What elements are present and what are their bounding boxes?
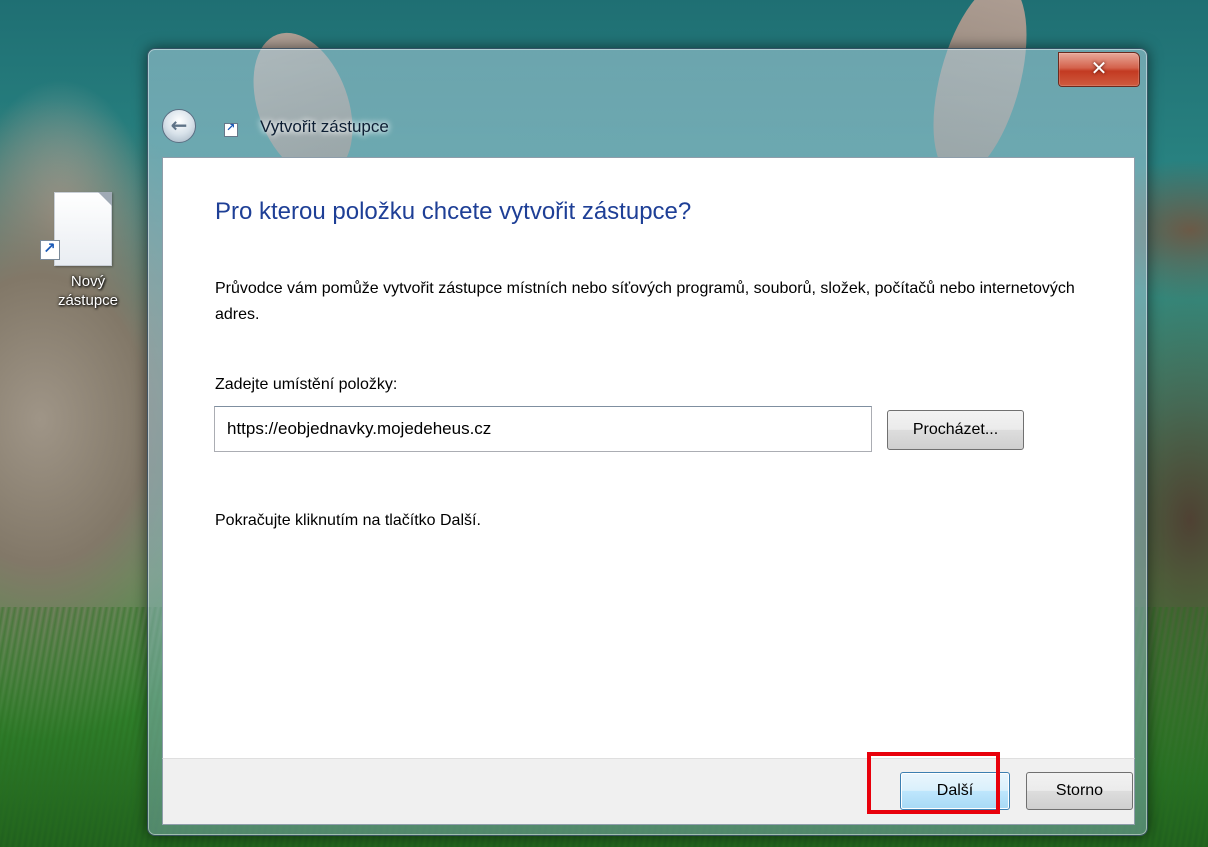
close-button[interactable]: ✕: [1058, 52, 1140, 87]
desktop-shortcut-icon[interactable]: Nový zástupce: [40, 188, 136, 328]
shortcut-arrow-icon: [40, 239, 60, 260]
desktop-background: Nový zástupce ✕ ← Vytvořit zástupce Pro …: [0, 0, 1208, 847]
next-button[interactable]: Další: [900, 772, 1010, 810]
close-icon: ✕: [1090, 56, 1108, 80]
location-label: Zadejte umístění položky:: [215, 376, 398, 393]
browse-button[interactable]: Procházet...: [887, 410, 1024, 450]
wizard-footer: Další Storno: [162, 758, 1135, 825]
back-button[interactable]: ←: [162, 109, 196, 143]
continue-hint: Pokračujte kliknutím na tlačítko Další.: [215, 512, 481, 529]
wizard-content: Pro kterou položku chcete vytvořit zástu…: [162, 157, 1135, 759]
back-arrow-icon: ←: [170, 113, 188, 137]
location-input[interactable]: [214, 406, 872, 452]
create-shortcut-window: ✕ ← Vytvořit zástupce Pro kterou položku…: [147, 48, 1148, 836]
shortcut-icon: [224, 121, 238, 137]
wizard-heading: Pro kterou položku chcete vytvořit zástu…: [215, 198, 692, 225]
desktop-icon-label: Nový zástupce: [57, 273, 119, 309]
cancel-button[interactable]: Storno: [1026, 772, 1133, 810]
wizard-description: Průvodce vám pomůže vytvořit zástupce mí…: [215, 280, 1075, 323]
document-icon: [54, 192, 112, 266]
window-title: Vytvořit zástupce: [260, 117, 389, 136]
